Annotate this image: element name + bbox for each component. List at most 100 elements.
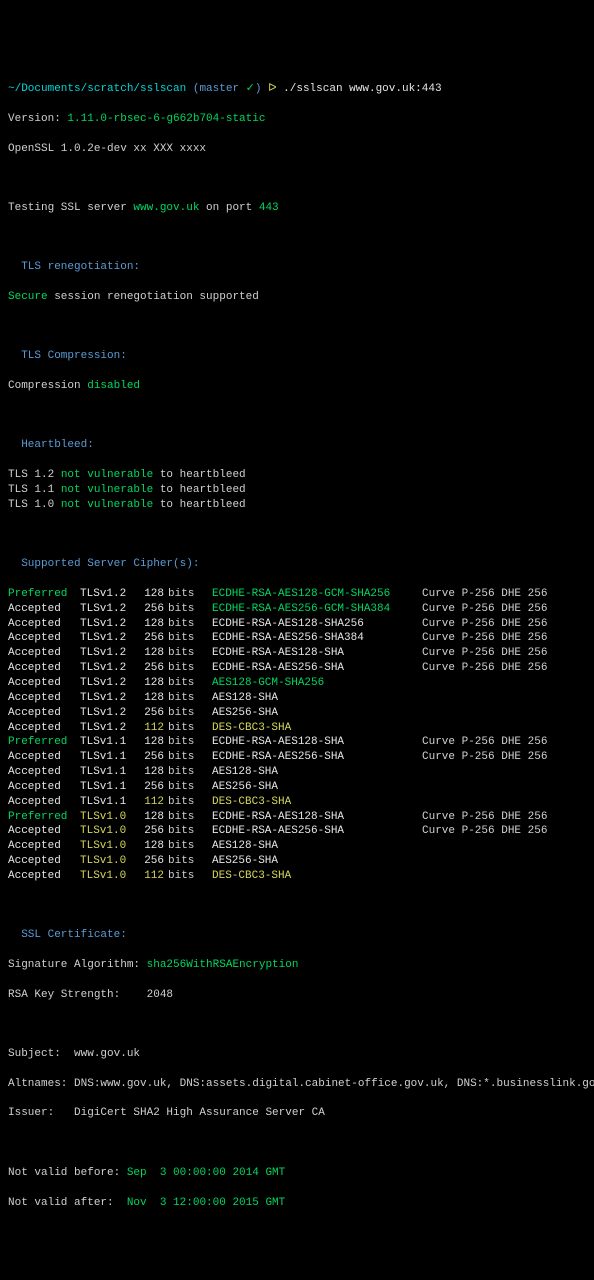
- cipher-proto: TLSv1.1: [80, 780, 136, 795]
- blank-line: [8, 171, 586, 186]
- cipher-curve: Curve P-256 DHE 256: [422, 735, 547, 750]
- heartbleed-row: TLS 1.1 not vulnerable to heartbleed: [8, 483, 586, 498]
- cipher-status: Accepted: [8, 721, 80, 736]
- blank-line: [8, 231, 586, 246]
- hb-proto: TLS 1.2: [8, 469, 61, 481]
- cipher-name: ECDHE-RSA-AES256-SHA384: [212, 631, 422, 646]
- cert-rsa-label: RSA Key Strength:: [8, 989, 147, 1001]
- ciphers-header-text: Supported Server Cipher(s):: [21, 558, 199, 570]
- cipher-proto: TLSv1.2: [80, 602, 136, 617]
- cipher-row: AcceptedTLSv1.2128bitsECDHE-RSA-AES128-S…: [8, 617, 586, 632]
- cipher-status: Accepted: [8, 691, 80, 706]
- blank-line: [8, 528, 586, 543]
- cipher-name: ECDHE-RSA-AES128-GCM-SHA256: [212, 587, 422, 602]
- cipher-bits: 128: [136, 810, 164, 825]
- cert-issuer-label: Issuer:: [8, 1107, 74, 1119]
- cipher-name: ECDHE-RSA-AES256-SHA: [212, 750, 422, 765]
- cert-rsa-value: 2048: [147, 989, 173, 1001]
- cert-nvb-value: Sep 3 00:00:00 2014 GMT: [127, 1167, 285, 1179]
- cipher-proto: TLSv1.0: [80, 854, 136, 869]
- cipher-proto: TLSv1.2: [80, 721, 136, 736]
- cipher-row: PreferredTLSv1.1128bitsECDHE-RSA-AES128-…: [8, 735, 586, 750]
- cipher-proto: TLSv1.2: [80, 676, 136, 691]
- cipher-proto: TLSv1.2: [80, 706, 136, 721]
- cipher-bits-label: bits: [164, 617, 212, 632]
- cipher-bits-label: bits: [164, 869, 212, 884]
- cipher-proto: TLSv1.1: [80, 750, 136, 765]
- prompt-line: ~/Documents/scratch/sslscan (master ✓) ᐅ…: [8, 82, 586, 97]
- cipher-bits: 128: [136, 587, 164, 602]
- cipher-row: AcceptedTLSv1.2128bitsAES128-GCM-SHA256: [8, 676, 586, 691]
- cert-nva-value: Nov 3 12:00:00 2015 GMT: [127, 1197, 285, 1209]
- cipher-bits-label: bits: [164, 631, 212, 646]
- cipher-row: AcceptedTLSv1.2256bitsECDHE-RSA-AES256-G…: [8, 602, 586, 617]
- compression-status: disabled: [87, 380, 140, 392]
- cipher-proto: TLSv1.2: [80, 646, 136, 661]
- cipher-name: DES-CBC3-SHA: [212, 869, 422, 884]
- cipher-bits: 256: [136, 602, 164, 617]
- testing-port: 443: [259, 202, 279, 214]
- cipher-bits-label: bits: [164, 602, 212, 617]
- cipher-name: ECDHE-RSA-AES128-SHA: [212, 646, 422, 661]
- cipher-proto: TLSv1.0: [80, 810, 136, 825]
- cipher-name: AES128-SHA: [212, 691, 422, 706]
- cipher-curve: Curve P-256 DHE 256: [422, 810, 547, 825]
- cipher-proto: TLSv1.2: [80, 631, 136, 646]
- cipher-name: ECDHE-RSA-AES128-SHA: [212, 810, 422, 825]
- cipher-status: Accepted: [8, 602, 80, 617]
- cipher-bits: 128: [136, 691, 164, 706]
- cipher-curve: Curve P-256 DHE 256: [422, 631, 547, 646]
- cipher-curve: Curve P-256 DHE 256: [422, 602, 547, 617]
- cipher-bits-label: bits: [164, 691, 212, 706]
- renegotiation-line: Secure session renegotiation supported: [8, 290, 586, 305]
- cipher-row: PreferredTLSv1.2128bitsECDHE-RSA-AES128-…: [8, 587, 586, 602]
- cipher-curve: Curve P-256 DHE 256: [422, 587, 547, 602]
- heartbleed-header-text: Heartbleed:: [21, 439, 94, 451]
- ciphers-list: PreferredTLSv1.2128bitsECDHE-RSA-AES128-…: [8, 587, 586, 884]
- cipher-proto: TLSv1.1: [80, 795, 136, 810]
- cipher-proto: TLSv1.2: [80, 617, 136, 632]
- cipher-status: Preferred: [8, 735, 80, 750]
- cipher-bits: 256: [136, 750, 164, 765]
- cipher-status: Accepted: [8, 869, 80, 884]
- cert-nva-line: Not valid after: Nov 3 12:00:00 2015 GMT: [8, 1196, 586, 1211]
- cert-alt-value: DNS:www.gov.uk, DNS:assets.digital.cabin…: [74, 1078, 594, 1090]
- cert-subject-line: Subject: www.gov.uk: [8, 1047, 586, 1062]
- heartbleed-row: TLS 1.0 not vulnerable to heartbleed: [8, 498, 586, 513]
- cipher-bits-label: bits: [164, 795, 212, 810]
- command-text[interactable]: ./sslscan www.gov.uk:443: [283, 83, 441, 95]
- cipher-proto: TLSv1.2: [80, 661, 136, 676]
- cipher-curve: Curve P-256 DHE 256: [422, 750, 547, 765]
- testing-host: www.gov.uk: [133, 202, 199, 214]
- cipher-status: Accepted: [8, 824, 80, 839]
- cipher-name: ECDHE-RSA-AES128-SHA: [212, 735, 422, 750]
- cert-issuer-value: DigiCert SHA2 High Assurance Server CA: [74, 1107, 325, 1119]
- cert-sigalg-label: Signature Algorithm:: [8, 959, 147, 971]
- cipher-bits: 112: [136, 721, 164, 736]
- openssl-line: OpenSSL 1.0.2e-dev xx XXX xxxx: [8, 142, 586, 157]
- cipher-bits-label: bits: [164, 750, 212, 765]
- cert-nva-label: Not valid after:: [8, 1197, 127, 1209]
- cipher-status: Accepted: [8, 617, 80, 632]
- cipher-proto: TLSv1.0: [80, 839, 136, 854]
- cipher-bits: 256: [136, 854, 164, 869]
- cipher-bits: 128: [136, 735, 164, 750]
- cipher-row: AcceptedTLSv1.1128bitsAES128-SHA: [8, 765, 586, 780]
- blank-line: [8, 320, 586, 335]
- cipher-name: AES128-SHA: [212, 765, 422, 780]
- cert-nvb-label: Not valid before:: [8, 1167, 127, 1179]
- cipher-proto: TLSv1.0: [80, 824, 136, 839]
- cipher-row: AcceptedTLSv1.1112bitsDES-CBC3-SHA: [8, 795, 586, 810]
- cert-header-text: SSL Certificate:: [21, 929, 127, 941]
- cert-altnames-line: Altnames: DNS:www.gov.uk, DNS:assets.dig…: [8, 1077, 586, 1092]
- terminal-output: ~/Documents/scratch/sslscan (master ✓) ᐅ…: [8, 67, 586, 1225]
- cipher-name: DES-CBC3-SHA: [212, 795, 422, 810]
- cert-issuer-line: Issuer: DigiCert SHA2 High Assurance Ser…: [8, 1106, 586, 1121]
- cipher-proto: TLSv1.2: [80, 587, 136, 602]
- cipher-bits: 128: [136, 617, 164, 632]
- blank-line: [8, 1136, 586, 1151]
- hb-status: not vulnerable: [61, 484, 153, 496]
- cipher-bits: 256: [136, 824, 164, 839]
- prompt-path: ~/Documents/scratch/sslscan: [8, 83, 186, 95]
- cipher-bits: 112: [136, 795, 164, 810]
